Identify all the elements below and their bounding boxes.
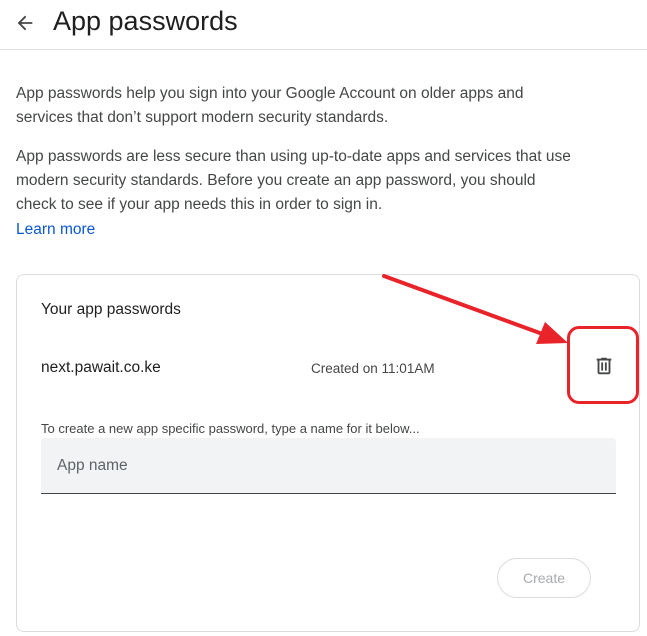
page-title: App passwords xyxy=(53,6,238,36)
delete-password-button[interactable] xyxy=(587,349,621,383)
trash-icon xyxy=(596,357,612,375)
app-name-field xyxy=(41,438,616,494)
learn-more-link[interactable]: Learn more xyxy=(16,218,95,242)
page-header: App passwords xyxy=(0,0,647,50)
password-created-time: Created on 11:01AM xyxy=(311,361,435,376)
create-instruction: To create a new app specific password, t… xyxy=(41,421,420,436)
password-name: next.pawait.co.ke xyxy=(41,359,161,376)
card-heading: Your app passwords xyxy=(41,301,181,318)
intro-paragraph-1: App passwords help you sign into your Go… xyxy=(16,85,524,126)
intro-paragraph-2: App passwords are less secure than using… xyxy=(16,148,571,213)
app-name-input[interactable] xyxy=(41,438,616,493)
create-button[interactable]: Create xyxy=(497,558,591,598)
intro-text: App passwords help you sign into your Go… xyxy=(16,82,576,217)
back-button[interactable] xyxy=(10,8,40,38)
arrow-back-icon xyxy=(17,15,33,31)
app-passwords-card: Your app passwords next.pawait.co.ke Cre… xyxy=(16,274,640,632)
